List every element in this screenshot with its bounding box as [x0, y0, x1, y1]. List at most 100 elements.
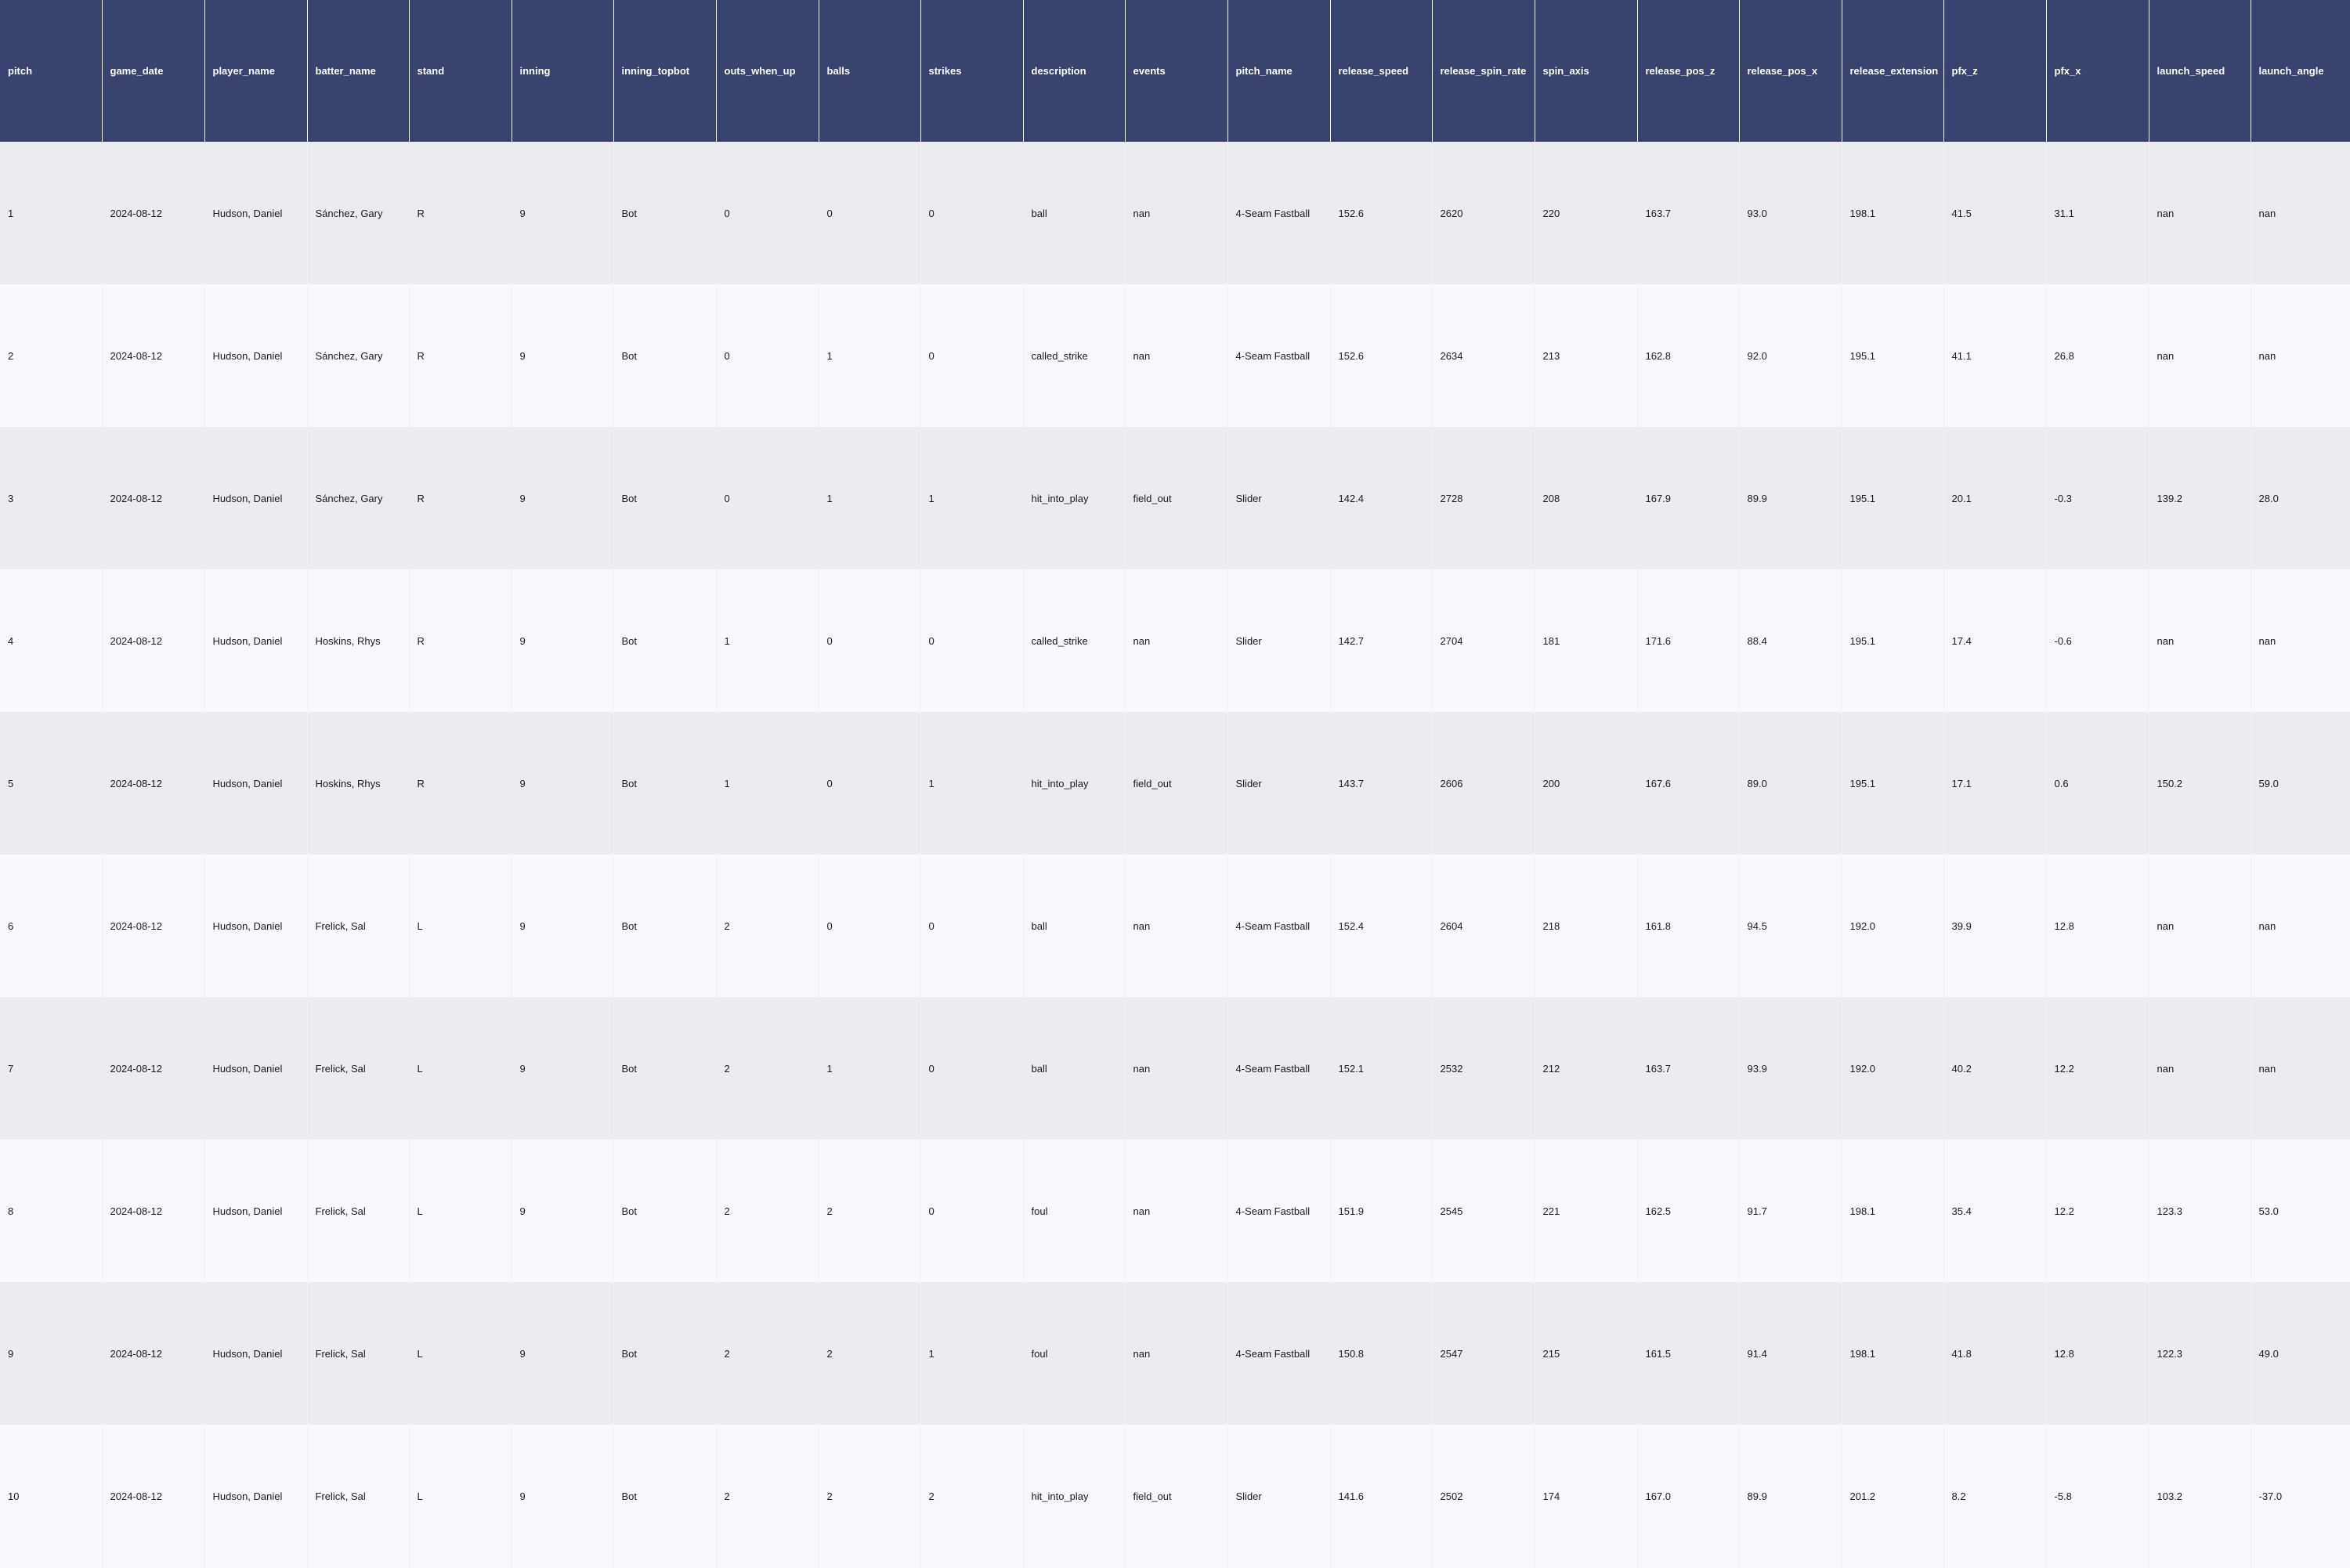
cell-balls: 0 — [819, 854, 920, 997]
cell-pfx-z: 17.1 — [1943, 712, 2046, 854]
cell-stand: R — [409, 712, 512, 854]
column-header-balls[interactable]: balls — [819, 0, 921, 142]
cell-batter-name: Frelick, Sal — [307, 1282, 409, 1425]
cell-batter-name: Sánchez, Gary — [307, 284, 409, 427]
cell-launch-angle: 53.0 — [2251, 1140, 2350, 1282]
cell-spin-axis: 220 — [1535, 142, 1637, 284]
column-header-launch-angle[interactable]: launch_angle — [2251, 0, 2350, 142]
column-header-game-date[interactable]: game_date — [102, 0, 205, 142]
cell-events: nan — [1125, 1140, 1227, 1282]
column-header-spin-axis[interactable]: spin_axis — [1535, 0, 1638, 142]
cell-outs-when-up: 2 — [716, 997, 819, 1140]
table-row[interactable]: 8 2024-08-12 Hudson, Daniel Frelick, Sal L 9 B… — [0, 1140, 2350, 1282]
cell-description: hit_into_play — [1023, 1425, 1125, 1568]
cell-inning-topbot: Bot — [613, 284, 716, 427]
cell-pitch: 4 — [0, 569, 102, 712]
column-header-release-spin-rate[interactable]: release_spin_rate — [1432, 0, 1535, 142]
cell-description: hit_into_play — [1023, 427, 1125, 569]
cell-stand: R — [409, 427, 512, 569]
column-header-player-name[interactable]: player_name — [204, 0, 308, 142]
cell-release-speed: 152.6 — [1330, 284, 1432, 427]
cell-description: ball — [1023, 142, 1125, 284]
cell-pitch-name: Slider — [1227, 1425, 1330, 1568]
cell-release-extension: 195.1 — [1842, 712, 1943, 854]
cell-inning: 9 — [512, 284, 613, 427]
cell-release-extension: 195.1 — [1842, 569, 1943, 712]
cell-pitch: 7 — [0, 997, 102, 1140]
column-header-outs-when-up[interactable]: outs_when_up — [716, 0, 819, 142]
cell-pitch: 9 — [0, 1282, 102, 1425]
cell-spin-axis: 218 — [1535, 854, 1637, 997]
cell-pitch-name: Slider — [1227, 569, 1330, 712]
column-header-pfx-z[interactable]: pfx_z — [1943, 0, 2047, 142]
cell-release-pos-x: 89.9 — [1739, 427, 1842, 569]
cell-description: foul — [1023, 1282, 1125, 1425]
cell-release-pos-z: 161.5 — [1637, 1282, 1739, 1425]
cell-balls: 1 — [819, 284, 920, 427]
table-row[interactable]: 10 2024-08-12 Hudson, Daniel Frelick, Sal L 9… — [0, 1425, 2350, 1568]
table-row[interactable]: 6 2024-08-12 Hudson, Daniel Frelick, Sal L 9 B… — [0, 854, 2350, 997]
column-header-strikes[interactable]: strikes — [920, 0, 1024, 142]
column-header-description[interactable]: description — [1023, 0, 1126, 142]
cell-release-pos-x: 89.9 — [1739, 1425, 1842, 1568]
cell-inning: 9 — [512, 569, 613, 712]
cell-inning: 9 — [512, 997, 613, 1140]
column-header-release-pos-z[interactable]: release_pos_z — [1637, 0, 1740, 142]
cell-inning: 9 — [512, 1282, 613, 1425]
cell-game-date: 2024-08-12 — [102, 712, 204, 854]
cell-release-pos-x: 94.5 — [1739, 854, 1842, 997]
cell-inning-topbot: Bot — [613, 142, 716, 284]
cell-player-name: Hudson, Daniel — [204, 712, 307, 854]
cell-description: called_strike — [1023, 284, 1125, 427]
cell-outs-when-up: 1 — [716, 712, 819, 854]
column-header-pitch[interactable]: pitch — [0, 0, 103, 142]
column-header-batter-name[interactable]: batter_name — [307, 0, 410, 142]
column-header-pfx-x[interactable]: pfx_x — [2046, 0, 2149, 142]
table-row[interactable]: 2 2024-08-12 Hudson, Daniel Sánchez, Gary R 9… — [0, 284, 2350, 427]
cell-events: field_out — [1125, 712, 1227, 854]
column-header-release-extension[interactable]: release_extension — [1842, 0, 1944, 142]
table-row[interactable]: 4 2024-08-12 Hudson, Daniel Hoskins, Rhys R 9… — [0, 569, 2350, 712]
cell-launch-angle: nan — [2251, 142, 2350, 284]
column-header-inning-topbot[interactable]: inning_topbot — [613, 0, 717, 142]
column-header-launch-speed[interactable]: launch_speed — [2149, 0, 2251, 142]
cell-pitch: 6 — [0, 854, 102, 997]
cell-release-pos-x: 89.0 — [1739, 712, 1842, 854]
cell-launch-speed: nan — [2149, 284, 2251, 427]
cell-launch-angle: -37.0 — [2251, 1425, 2350, 1568]
cell-pfx-x: 12.2 — [2046, 1140, 2149, 1282]
cell-launch-speed: nan — [2149, 569, 2251, 712]
cell-stand: R — [409, 142, 512, 284]
cell-pfx-x: 12.8 — [2046, 854, 2149, 997]
cell-pfx-z: 39.9 — [1943, 854, 2046, 997]
cell-launch-speed: 139.2 — [2149, 427, 2251, 569]
cell-balls: 1 — [819, 997, 920, 1140]
cell-batter-name: Hoskins, Rhys — [307, 569, 409, 712]
table-row[interactable]: 5 2024-08-12 Hudson, Daniel Hoskins, Rhys R 9… — [0, 712, 2350, 854]
cell-release-pos-z: 167.0 — [1637, 1425, 1739, 1568]
cell-pitch: 2 — [0, 284, 102, 427]
cell-release-speed: 151.9 — [1330, 1140, 1432, 1282]
column-header-release-speed[interactable]: release_speed — [1330, 0, 1433, 142]
column-header-release-pos-x[interactable]: release_pos_x — [1739, 0, 1842, 142]
cell-events: nan — [1125, 284, 1227, 427]
cell-spin-axis: 221 — [1535, 1140, 1637, 1282]
table-row[interactable]: 1 2024-08-12 Hudson, Daniel Sánchez, Gary R 9… — [0, 142, 2350, 284]
column-header-inning[interactable]: inning — [512, 0, 614, 142]
cell-balls: 0 — [819, 142, 920, 284]
cell-release-extension: 195.1 — [1842, 427, 1943, 569]
cell-game-date: 2024-08-12 — [102, 284, 204, 427]
table-row[interactable]: 9 2024-08-12 Hudson, Daniel Frelick, Sal L 9 B… — [0, 1282, 2350, 1425]
pitch-data-table: pitch game_date player_name batter_name stan… — [0, 0, 2350, 1568]
cell-events: nan — [1125, 1282, 1227, 1425]
cell-pfx-z: 20.1 — [1943, 427, 2046, 569]
column-header-pitch-name[interactable]: pitch_name — [1227, 0, 1331, 142]
cell-release-pos-x: 88.4 — [1739, 569, 1842, 712]
cell-batter-name: Frelick, Sal — [307, 997, 409, 1140]
table-row[interactable]: 3 2024-08-12 Hudson, Daniel Sánchez, Gary R 9… — [0, 427, 2350, 569]
table-row[interactable]: 7 2024-08-12 Hudson, Daniel Frelick, Sal L 9 B… — [0, 997, 2350, 1140]
column-header-events[interactable]: events — [1125, 0, 1228, 142]
cell-release-pos-z: 163.7 — [1637, 997, 1739, 1140]
cell-pfx-x: 0.6 — [2046, 712, 2149, 854]
column-header-stand[interactable]: stand — [409, 0, 512, 142]
